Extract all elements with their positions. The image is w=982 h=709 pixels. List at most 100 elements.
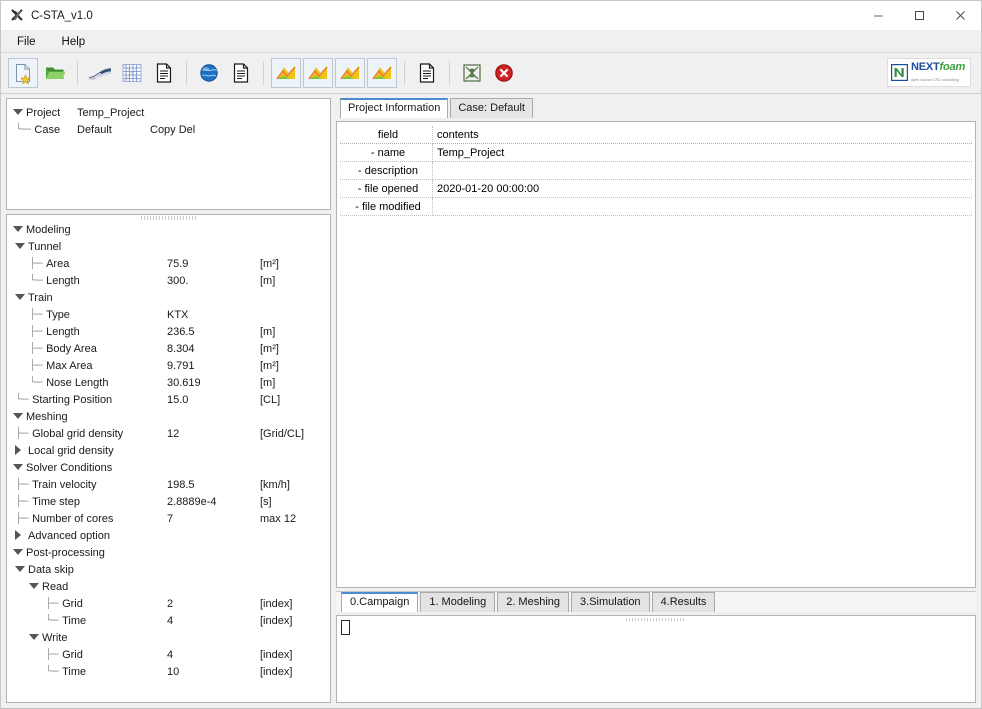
- tree-row-value[interactable]: 8.304: [167, 343, 195, 355]
- tree-row-case[interactable]: └---- Case Default Copy Del: [7, 121, 330, 138]
- expand-triangle-down-icon[interactable]: [13, 548, 26, 557]
- row-field-description: - description: [340, 161, 433, 180]
- stop-icon[interactable]: [489, 58, 519, 88]
- tree-row[interactable]: ├--- Max Area 9.791 [m²]: [7, 357, 330, 374]
- tree-row[interactable]: Advanced option: [7, 527, 330, 544]
- tree-row[interactable]: ├--- Time step 2.8889e-4 [s]: [7, 493, 330, 510]
- tree-row-value[interactable]: 9.791: [167, 360, 195, 372]
- tree-row[interactable]: ├--- Grid 4 [index]: [7, 646, 330, 663]
- tree-row[interactable]: ├--- Type KTX: [7, 306, 330, 323]
- table-row[interactable]: - name Temp_Project: [340, 143, 972, 162]
- document-icon[interactable]: [149, 58, 179, 88]
- minimize-icon[interactable]: [858, 1, 899, 30]
- tree-row[interactable]: ├--- Global grid density 12 [Grid/CL]: [7, 425, 330, 442]
- tree-row-value[interactable]: 236.5: [167, 326, 195, 338]
- menu-item-file[interactable]: File: [9, 34, 48, 50]
- tab-simulation[interactable]: 3.Simulation: [571, 592, 650, 612]
- expand-triangle-down-icon[interactable]: [13, 108, 26, 117]
- panel-grip[interactable]: [626, 618, 686, 621]
- menu-bar: File Help: [1, 31, 981, 53]
- tree-row-value[interactable]: KTX: [167, 309, 188, 321]
- chart-icon[interactable]: [335, 58, 365, 88]
- table-row[interactable]: - file opened 2020-01-20 00:00:00: [340, 179, 972, 198]
- table-row[interactable]: - description: [340, 161, 972, 180]
- tree-row-value[interactable]: 4: [167, 615, 173, 627]
- document-icon[interactable]: [226, 58, 256, 88]
- console-panel[interactable]: [336, 615, 976, 703]
- tree-row[interactable]: ├--- Length 236.5 [m]: [7, 323, 330, 340]
- tree-row[interactable]: └--- Starting Position 15.0 [CL]: [7, 391, 330, 408]
- panel-grip[interactable]: [140, 216, 197, 220]
- tree-row[interactable]: └--- Time 4 [index]: [7, 612, 330, 629]
- expand-triangle-down-icon[interactable]: [13, 463, 26, 472]
- open-folder-icon[interactable]: [40, 58, 70, 88]
- tree-row[interactable]: └--- Nose Length 30.619 [m]: [7, 374, 330, 391]
- brand-next: NEXT: [911, 60, 940, 73]
- tree-row[interactable]: Modeling: [7, 221, 330, 238]
- tree-row-value[interactable]: 10: [167, 666, 179, 678]
- expand-triangle-down-icon[interactable]: [15, 293, 28, 302]
- tree-row-value[interactable]: 2.8889e-4: [167, 496, 217, 508]
- expand-triangle-down-icon[interactable]: [15, 242, 28, 251]
- table-row[interactable]: - file modified: [340, 197, 972, 216]
- tree-row-value[interactable]: 4: [167, 649, 173, 661]
- expand-triangle-down-icon[interactable]: [15, 565, 28, 574]
- row-value-file-modified[interactable]: [432, 197, 972, 216]
- expand-triangle-right-icon[interactable]: [15, 444, 28, 457]
- tab-campaign[interactable]: 0.Campaign: [341, 592, 419, 612]
- tree-row-value[interactable]: 2: [167, 598, 173, 610]
- mesh-grid-icon[interactable]: [117, 58, 147, 88]
- chart-icon[interactable]: [271, 58, 301, 88]
- tree-row[interactable]: Read: [7, 578, 330, 595]
- tree-row-value[interactable]: 198.5: [167, 479, 195, 491]
- tree-row[interactable]: ├--- Area 75.9 [m²]: [7, 255, 330, 272]
- tree-row-value[interactable]: 300.: [167, 275, 188, 287]
- tree-row-label: Grid: [62, 597, 83, 610]
- tree-row[interactable]: ├--- Train velocity 198.5 [km/h]: [7, 476, 330, 493]
- expand-triangle-down-icon[interactable]: [13, 225, 26, 234]
- row-value-description[interactable]: [432, 161, 972, 180]
- tree-row[interactable]: Train: [7, 289, 330, 306]
- menu-item-help[interactable]: Help: [54, 34, 98, 50]
- tab-modeling[interactable]: 1. Modeling: [420, 592, 496, 612]
- tree-row-value[interactable]: 7: [167, 513, 173, 525]
- application-window: C-STA_v1.0 File Help NEXTfoam open sourc…: [0, 0, 982, 709]
- tree-row[interactable]: ├--- Grid 2 [index]: [7, 595, 330, 612]
- expand-triangle-right-icon[interactable]: [15, 529, 28, 542]
- new-project-icon[interactable]: [8, 58, 38, 88]
- tab-project-information[interactable]: Project Information: [340, 98, 449, 118]
- tree-row[interactable]: ├--- Body Area 8.304 [m²]: [7, 340, 330, 357]
- tree-row-value[interactable]: 75.9: [167, 258, 188, 270]
- chart-icon[interactable]: [303, 58, 333, 88]
- case-actions[interactable]: Copy Del: [150, 124, 195, 136]
- tree-row-value[interactable]: 15.0: [167, 394, 188, 406]
- tree-row[interactable]: ├--- Number of cores 7 max 12: [7, 510, 330, 527]
- tree-row-value[interactable]: 30.619: [167, 377, 201, 389]
- expand-triangle-down-icon[interactable]: [13, 412, 26, 421]
- close-icon[interactable]: [940, 1, 981, 30]
- chart-icon[interactable]: [367, 58, 397, 88]
- tree-row[interactable]: Local grid density: [7, 442, 330, 459]
- tree-row[interactable]: Data skip: [7, 561, 330, 578]
- tree-row[interactable]: Write: [7, 629, 330, 646]
- tree-row-project[interactable]: Project Temp_Project: [7, 104, 330, 121]
- tree-row[interactable]: └--- Time 10 [index]: [7, 663, 330, 680]
- expand-triangle-down-icon[interactable]: [29, 633, 42, 642]
- tree-row[interactable]: Post-processing: [7, 544, 330, 561]
- row-value-file-opened[interactable]: 2020-01-20 00:00:00: [432, 179, 972, 198]
- tab-results[interactable]: 4.Results: [651, 592, 716, 612]
- tab-case-default[interactable]: Case: Default: [450, 98, 533, 118]
- tree-row[interactable]: Meshing: [7, 408, 330, 425]
- tree-row[interactable]: Tunnel: [7, 238, 330, 255]
- tree-row[interactable]: └--- Length 300. [m]: [7, 272, 330, 289]
- row-value-name[interactable]: Temp_Project: [432, 143, 972, 162]
- paraview-icon[interactable]: [457, 58, 487, 88]
- tree-row-value[interactable]: 12: [167, 428, 179, 440]
- expand-triangle-down-icon[interactable]: [29, 582, 42, 591]
- maximize-icon[interactable]: [899, 1, 940, 30]
- train-icon[interactable]: [85, 58, 115, 88]
- document-icon[interactable]: [412, 58, 442, 88]
- globe-icon[interactable]: [194, 58, 224, 88]
- tab-meshing[interactable]: 2. Meshing: [497, 592, 570, 612]
- tree-row[interactable]: Solver Conditions: [7, 459, 330, 476]
